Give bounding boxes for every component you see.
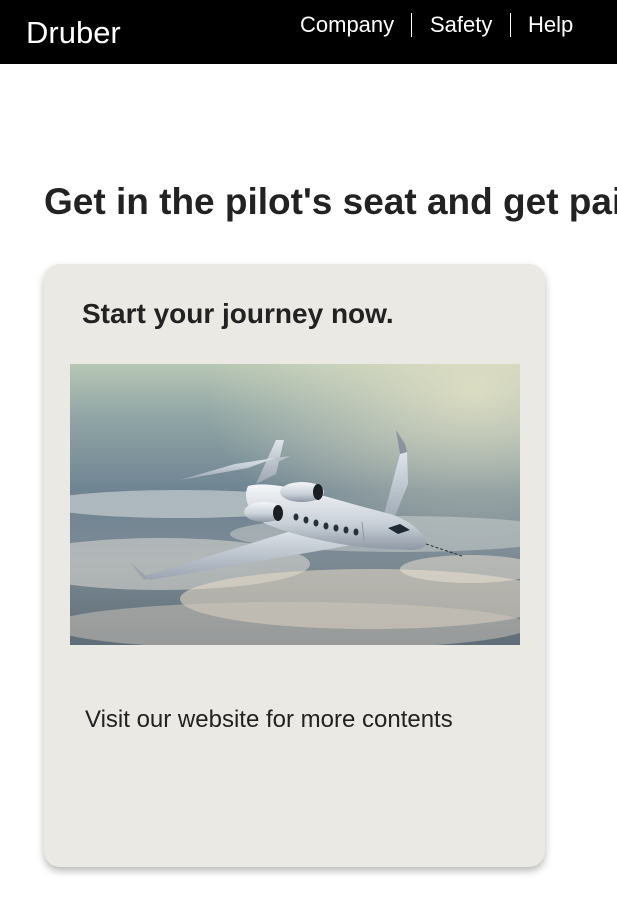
- nav-link-safety[interactable]: Safety: [430, 12, 492, 38]
- nav-link-company[interactable]: Company: [300, 12, 394, 38]
- page-headline: Get in the pilot's seat and get paid: [44, 181, 617, 222]
- nav-link-help[interactable]: Help: [528, 12, 573, 38]
- card-title: Start your journey now.: [82, 298, 394, 329]
- nav-divider: [411, 13, 412, 37]
- nav-divider: [510, 13, 511, 37]
- jet-photo: [70, 364, 520, 645]
- card-body-text: Visit our website for more contents: [85, 706, 453, 733]
- jet-illustration: [70, 364, 520, 645]
- promo-card: Start your journey now. Visit our websit…: [44, 264, 545, 867]
- brand-logo[interactable]: Druber: [26, 14, 121, 52]
- top-navigation-bar: Druber Company Safety Help: [0, 0, 617, 64]
